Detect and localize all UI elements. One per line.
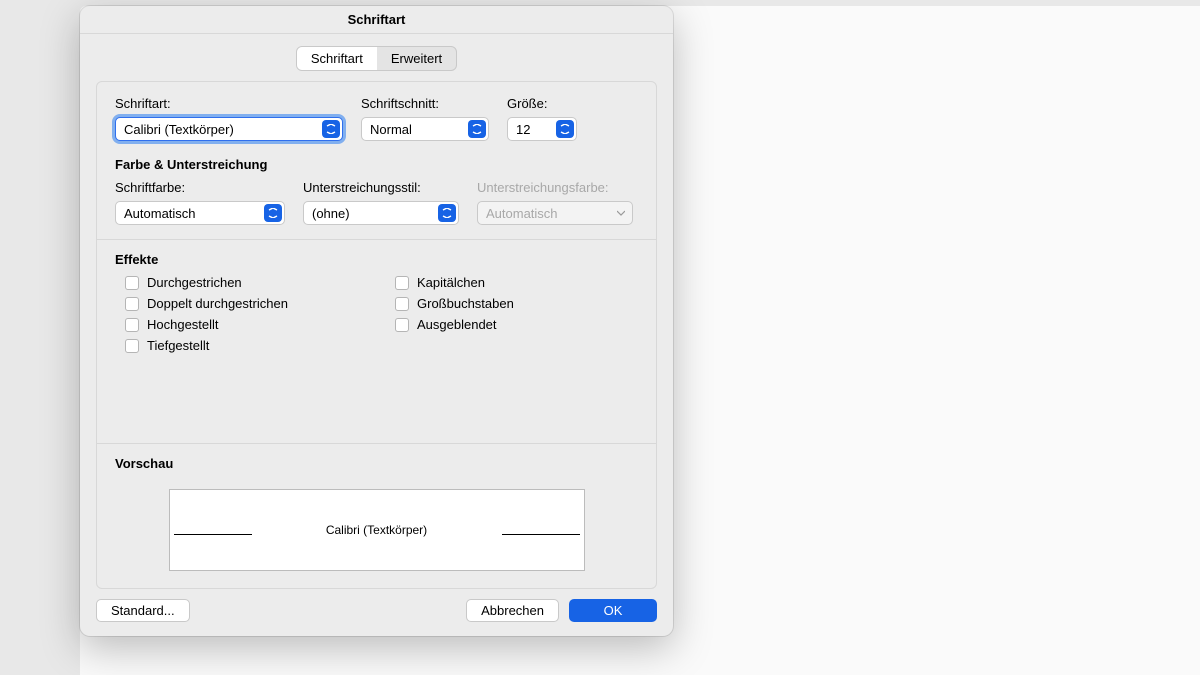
underline-style-value: (ohne) (312, 206, 350, 221)
checkbox-icon (125, 297, 139, 311)
label-underline-color: Unterstreichungsfarbe: (477, 180, 633, 195)
checkbox-subscript[interactable]: Tiefgestellt (125, 338, 365, 353)
dialog-title: Schriftart (80, 6, 673, 34)
font-size-value: 12 (516, 122, 530, 137)
section-effects: Effekte (115, 252, 638, 267)
checkbox-icon (125, 339, 139, 353)
tab-advanced[interactable]: Erweitert (377, 47, 456, 70)
checkbox-label: Durchgestrichen (147, 275, 242, 290)
font-style-value: Normal (370, 122, 412, 137)
checkbox-hidden[interactable]: Ausgeblendet (395, 317, 514, 332)
font-combobox-value: Calibri (Textkörper) (124, 122, 234, 137)
tab-font[interactable]: Schriftart (297, 47, 377, 70)
font-combobox[interactable]: Calibri (Textkörper) (115, 117, 343, 141)
dialog-footer: Standard... Abbrechen OK (80, 589, 673, 636)
default-button[interactable]: Standard... (96, 599, 190, 622)
chevron-down-icon (264, 204, 282, 222)
checkbox-small-caps[interactable]: Kapitälchen (395, 275, 514, 290)
divider (97, 239, 656, 240)
chevron-down-icon (468, 120, 486, 138)
checkbox-icon (395, 276, 409, 290)
label-size: Größe: (507, 96, 577, 111)
checkbox-label: Großbuchstaben (417, 296, 514, 311)
checkbox-icon (395, 318, 409, 332)
section-preview: Vorschau (115, 456, 638, 471)
font-size-combobox[interactable]: 12 (507, 117, 577, 141)
label-style: Schriftschnitt: (361, 96, 489, 111)
underline-color-value: Automatisch (486, 206, 558, 221)
checkbox-double-strikethrough[interactable]: Doppelt durchgestrichen (125, 296, 365, 311)
dialog-panel: Schriftart: Calibri (Textkörper) Schrift… (96, 81, 657, 589)
chevron-down-icon (556, 120, 574, 138)
preview-rule-right (502, 534, 580, 535)
preview-text: Calibri (Textkörper) (326, 523, 427, 537)
font-color-combobox[interactable]: Automatisch (115, 201, 285, 225)
chevron-down-icon (612, 204, 630, 222)
label-underline-style: Unterstreichungsstil: (303, 180, 459, 195)
dialog-tabs: Schriftart Erweitert (80, 46, 673, 71)
underline-color-combobox: Automatisch (477, 201, 633, 225)
chevron-down-icon (438, 204, 456, 222)
font-dialog: Schriftart Schriftart Erweitert Schrifta… (80, 6, 673, 636)
checkbox-label: Ausgeblendet (417, 317, 497, 332)
label-font-color: Schriftfarbe: (115, 180, 285, 195)
label-font: Schriftart: (115, 96, 343, 111)
font-preview: Calibri (Textkörper) (169, 489, 585, 571)
checkbox-label: Doppelt durchgestrichen (147, 296, 288, 311)
checkbox-icon (125, 276, 139, 290)
underline-style-combobox[interactable]: (ohne) (303, 201, 459, 225)
cancel-button[interactable]: Abbrechen (466, 599, 559, 622)
chevron-down-icon (322, 120, 340, 138)
checkbox-label: Tiefgestellt (147, 338, 209, 353)
checkbox-label: Kapitälchen (417, 275, 485, 290)
checkbox-icon (395, 297, 409, 311)
font-style-combobox[interactable]: Normal (361, 117, 489, 141)
checkbox-strikethrough[interactable]: Durchgestrichen (125, 275, 365, 290)
section-color-underline: Farbe & Unterstreichung (115, 157, 638, 172)
checkbox-icon (125, 318, 139, 332)
checkbox-superscript[interactable]: Hochgestellt (125, 317, 365, 332)
font-color-value: Automatisch (124, 206, 196, 221)
tab-segment: Schriftart Erweitert (296, 46, 457, 71)
checkbox-label: Hochgestellt (147, 317, 219, 332)
checkbox-all-caps[interactable]: Großbuchstaben (395, 296, 514, 311)
divider (97, 443, 656, 444)
preview-rule-left (174, 534, 252, 535)
ok-button[interactable]: OK (569, 599, 657, 622)
